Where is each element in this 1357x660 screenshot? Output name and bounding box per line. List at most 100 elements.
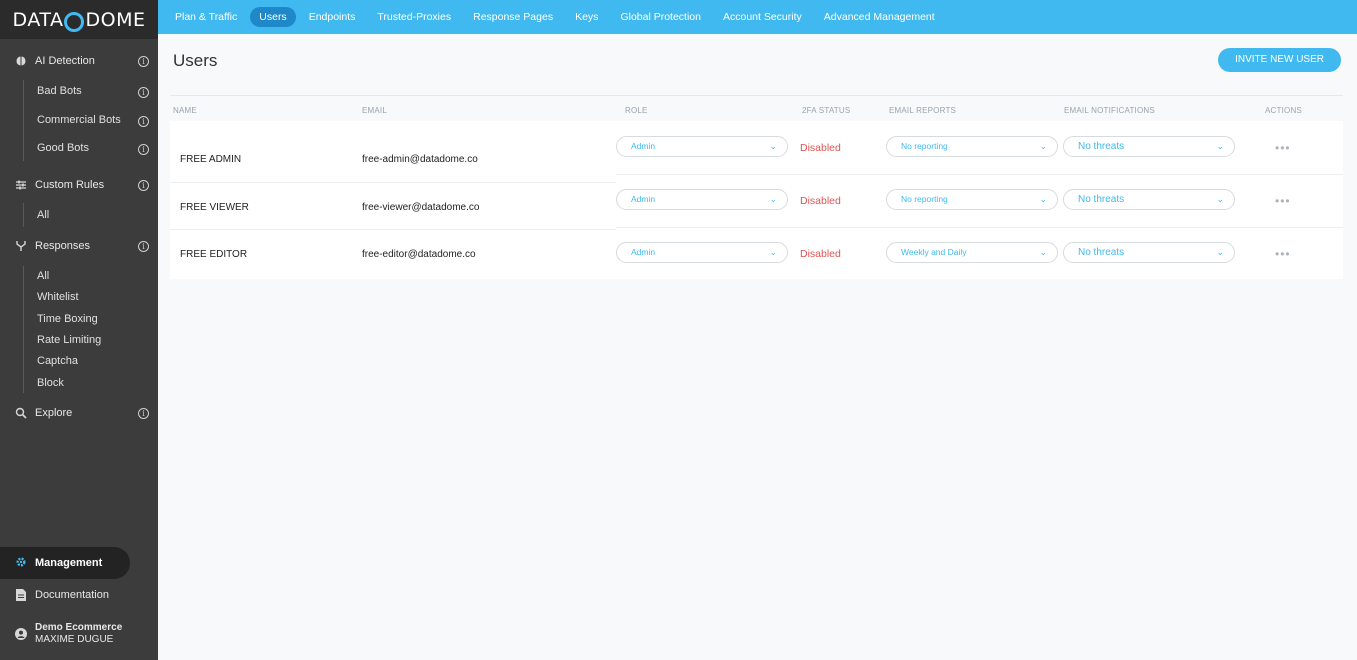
sidebar-item-commercial-bots[interactable]: Commercial Bots — [37, 112, 121, 128]
user-name: FREE VIEWER — [180, 202, 249, 213]
email-notifications-value: No threats — [1078, 194, 1125, 205]
info-icon[interactable]: i — [138, 144, 149, 155]
column-header-name[interactable]: NAME — [173, 106, 197, 115]
tab-account-security[interactable]: Account Security — [714, 7, 811, 27]
sidebar-item-time-boxing[interactable]: Time Boxing — [37, 311, 98, 327]
tab-plan-traffic[interactable]: Plan & Traffic — [166, 7, 246, 27]
table-row: FREE EDITOR free-editor@datadome.co Admi… — [170, 227, 1343, 280]
table-row: FREE ADMIN free-admin@datadome.co Admin ⌄… — [170, 121, 1343, 174]
tab-users[interactable]: Users — [250, 7, 296, 27]
chevron-down-icon: ⌄ — [1039, 141, 1047, 151]
tab-keys[interactable]: Keys — [566, 7, 607, 27]
email-reports-value: No reporting — [901, 194, 948, 204]
tab-global-protection[interactable]: Global Protection — [611, 7, 710, 27]
row-actions-button[interactable]: ••• — [1275, 194, 1291, 208]
sidebar-item-captcha[interactable]: Captcha — [37, 353, 78, 369]
sidebar-divider — [23, 266, 24, 393]
sidebar-item-custom-rules-all[interactable]: All — [37, 207, 49, 223]
email-notifications-value: No threats — [1078, 141, 1125, 152]
sidebar-divider — [23, 80, 24, 161]
user-icon — [15, 628, 27, 640]
sidebar-item-label: Documentation — [35, 589, 109, 601]
email-notifications-select[interactable]: No threats ⌄ — [1063, 189, 1235, 210]
account-org: Demo Ecommerce — [35, 622, 123, 633]
sidebar-item-label: Responses — [35, 240, 91, 252]
logo-ring-icon — [64, 11, 85, 32]
email-reports-select[interactable]: Weekly and Daily ⌄ — [886, 242, 1058, 263]
info-icon[interactable]: i — [138, 116, 149, 127]
user-email: free-admin@datadome.co — [362, 154, 478, 165]
logo-text-right: DOME — [85, 8, 146, 31]
role-select[interactable]: Admin ⌄ — [616, 242, 788, 263]
sidebar-item-whitelist[interactable]: Whitelist — [37, 289, 79, 305]
2fa-status: Disabled — [800, 248, 841, 260]
info-icon[interactable]: i — [138, 240, 149, 252]
chevron-down-icon: ⌄ — [769, 141, 777, 151]
sidebar-item-good-bots[interactable]: Good Bots — [37, 140, 89, 156]
gear-icon — [15, 556, 27, 571]
sidebar-account[interactable]: Demo Ecommerce MAXIME DUGUE — [0, 620, 158, 648]
sidebar-item-responses[interactable]: Responses i — [0, 236, 158, 256]
sidebar-item-ai-detection[interactable]: AI Detection i — [0, 51, 158, 71]
invite-new-user-button[interactable]: INVITE NEW USER — [1218, 48, 1341, 72]
page-title: Users — [173, 51, 218, 70]
role-select[interactable]: Admin ⌄ — [616, 189, 788, 210]
row-actions-button[interactable]: ••• — [1275, 247, 1291, 261]
table-header: NAME EMAIL ROLE 2FA STATUS EMAIL REPORTS… — [170, 95, 1343, 121]
sidebar-item-custom-rules[interactable]: Custom Rules i — [0, 175, 158, 195]
sidebar-item-block[interactable]: Block — [37, 375, 64, 391]
user-name: FREE EDITOR — [180, 249, 248, 260]
role-select-value: Admin — [631, 194, 656, 204]
sidebar-item-responses-all[interactable]: All — [37, 268, 49, 284]
chevron-down-icon: ⌄ — [769, 247, 777, 257]
main-content: Users INVITE NEW USER NAME EMAIL ROLE 2F… — [158, 34, 1357, 660]
2fa-status: Disabled — [800, 195, 841, 207]
sidebar-item-rate-limiting[interactable]: Rate Limiting — [37, 332, 101, 348]
tab-response-pages[interactable]: Response Pages — [464, 7, 562, 27]
role-select[interactable]: Admin ⌄ — [616, 136, 788, 157]
column-header-email-notifications[interactable]: EMAIL NOTIFICATIONS — [1064, 106, 1155, 115]
email-reports-value: No reporting — [901, 141, 948, 151]
user-name: FREE ADMIN — [180, 154, 242, 165]
chevron-down-icon: ⌄ — [1216, 194, 1224, 204]
role-select-value: Admin — [631, 141, 656, 151]
column-header-2fa-status[interactable]: 2FA STATUS — [802, 106, 850, 115]
email-reports-select[interactable]: No reporting ⌄ — [886, 189, 1058, 210]
sidebar: DATA DOME AI Detection i Bad Bots i Comme… — [0, 0, 158, 660]
chevron-down-icon: ⌄ — [1216, 141, 1224, 151]
file-icon — [15, 589, 27, 601]
users-table: FREE ADMIN free-admin@datadome.co Admin ⌄… — [170, 121, 1343, 279]
tab-endpoints[interactable]: Endpoints — [300, 7, 365, 27]
info-icon[interactable]: i — [138, 179, 149, 191]
column-header-email-reports[interactable]: EMAIL REPORTS — [889, 106, 956, 115]
sidebar-item-label: Explore — [35, 407, 73, 419]
user-email: free-viewer@datadome.co — [362, 202, 480, 213]
sidebar-item-explore[interactable]: Explore i — [0, 403, 158, 423]
sidebar-item-bad-bots[interactable]: Bad Bots — [37, 83, 82, 99]
sidebar-item-management[interactable]: Management — [0, 547, 130, 579]
search-icon — [15, 407, 27, 419]
chevron-down-icon: ⌄ — [769, 194, 777, 204]
email-notifications-select[interactable]: No threats ⌄ — [1063, 242, 1235, 263]
column-header-role[interactable]: ROLE — [625, 106, 648, 115]
info-icon[interactable]: i — [138, 55, 149, 67]
email-notifications-value: No threats — [1078, 247, 1125, 258]
sidebar-item-label: Custom Rules — [35, 179, 105, 191]
email-notifications-select[interactable]: No threats ⌄ — [1063, 136, 1235, 157]
brain-icon — [15, 55, 27, 67]
sliders-icon — [15, 179, 27, 191]
table-row: FREE VIEWER free-viewer@datadome.co Admi… — [170, 174, 1343, 227]
tab-advanced-management[interactable]: Advanced Management — [815, 7, 944, 27]
info-icon[interactable]: i — [138, 87, 149, 98]
row-actions-button[interactable]: ••• — [1275, 141, 1291, 155]
column-header-email[interactable]: EMAIL — [362, 106, 387, 115]
tab-trusted-proxies[interactable]: Trusted-Proxies — [368, 7, 460, 27]
column-header-actions[interactable]: ACTIONS — [1265, 106, 1302, 115]
chevron-down-icon: ⌄ — [1216, 247, 1224, 257]
logo-text-left: DATA — [12, 8, 64, 31]
info-icon[interactable]: i — [138, 407, 149, 419]
top-navigation: Plan & Traffic Users Endpoints Trusted-P… — [158, 0, 1357, 34]
datadome-logo[interactable]: DATA DOME — [0, 0, 158, 39]
sidebar-item-documentation[interactable]: Documentation — [0, 585, 158, 605]
email-reports-select[interactable]: No reporting ⌄ — [886, 136, 1058, 157]
